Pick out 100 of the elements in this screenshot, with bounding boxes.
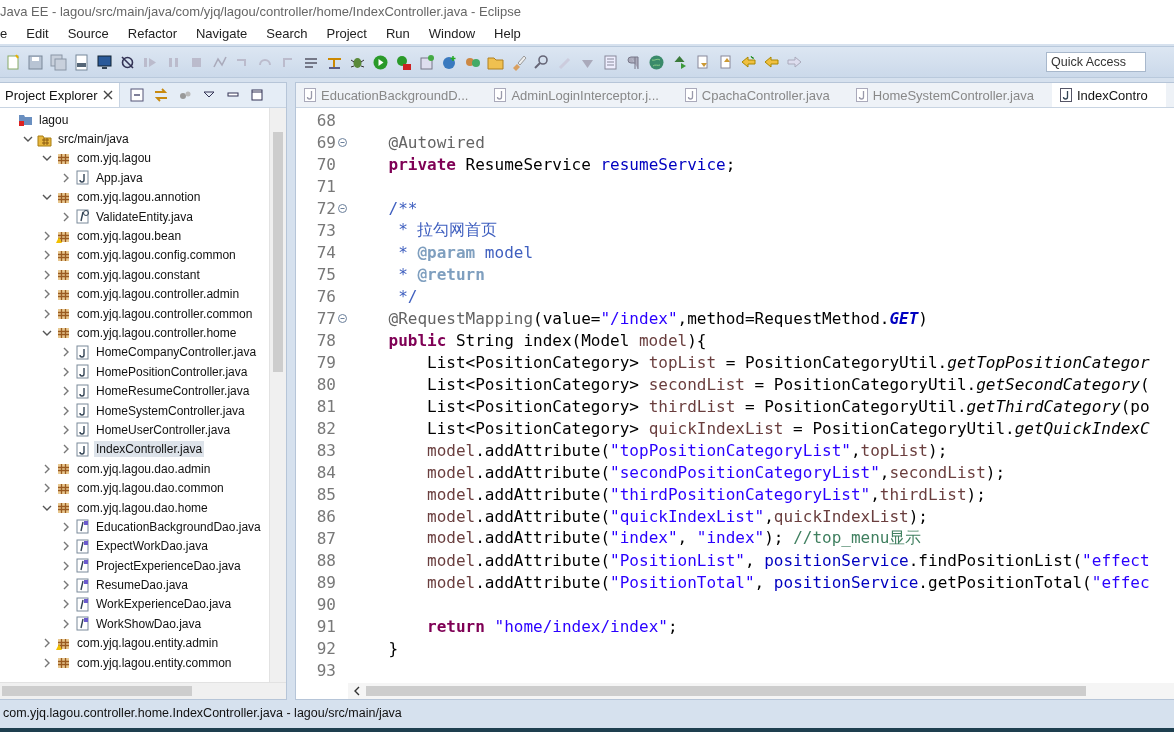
- show-whitespace-icon[interactable]: [625, 53, 642, 71]
- globe-icon[interactable]: [648, 53, 665, 71]
- annotation-file-icon: [75, 209, 90, 225]
- java-file-icon: [855, 88, 868, 102]
- tree-item[interactable]: WorkExperienceDao.java: [94, 596, 234, 613]
- tree-item[interactable]: HomeUserController.java: [94, 421, 233, 438]
- menu-item[interactable]: e: [0, 23, 18, 43]
- tree-item[interactable]: EducationBackgroundDao.java: [94, 518, 263, 535]
- tree-item[interactable]: HomePositionController.java: [94, 363, 250, 380]
- run-icon[interactable]: [372, 53, 389, 71]
- package-icon: [56, 306, 71, 322]
- java-file-icon: [75, 170, 90, 186]
- java-file-icon: [684, 88, 697, 102]
- code-line: * 拉勾网首页: [397, 219, 498, 241]
- tree-item[interactable]: ExpectWorkDao.java: [94, 538, 210, 555]
- line-number: 80: [315, 374, 336, 394]
- new-class-icon[interactable]: [441, 53, 458, 71]
- maximize-icon[interactable]: [250, 88, 265, 102]
- tree-item[interactable]: com.yjq.lagou.dao.admin: [75, 460, 213, 477]
- package-icon: [56, 267, 71, 283]
- java-file-icon: [494, 88, 507, 102]
- fold-icon[interactable]: [337, 313, 347, 323]
- java-file-icon: [75, 383, 90, 399]
- menu-item[interactable]: Project: [326, 23, 377, 43]
- menu-item[interactable]: Refactor: [127, 23, 187, 43]
- menu-item[interactable]: Window: [428, 23, 486, 43]
- tree-item[interactable]: ValidateEntity.java: [94, 208, 195, 225]
- tree-item[interactable]: lagou: [37, 111, 71, 128]
- interface-file-icon: [75, 596, 90, 612]
- collapse-all-icon[interactable]: [130, 88, 145, 102]
- tree-item[interactable]: com.yjq.lagou.dao.home: [75, 499, 210, 516]
- tree-item[interactable]: com.yjq.lagou.config.common: [75, 247, 238, 264]
- code-line: model.addAttribute("PositionList", positionService.findPositionList("effect: [426, 550, 1150, 570]
- tree-item[interactable]: HomeResumeController.java: [94, 383, 252, 400]
- skip-breakpoints-icon[interactable]: [119, 53, 136, 71]
- save-icon[interactable]: [27, 53, 44, 71]
- java-file-icon: [75, 403, 90, 419]
- tree-item[interactable]: com.yjq.lagou.entity.common: [75, 654, 234, 671]
- package-icon: [56, 325, 71, 341]
- menu-item[interactable]: Edit: [26, 23, 59, 43]
- line-number: 74: [315, 242, 336, 262]
- horizontal-scrollbar[interactable]: [0, 682, 286, 699]
- horizontal-scrollbar[interactable]: [348, 683, 1174, 699]
- tree-item[interactable]: com.yjq.lagou.dao.common: [75, 480, 226, 497]
- fold-icon[interactable]: [337, 137, 347, 147]
- tree-item[interactable]: com.yjq.lagou.annotion: [75, 189, 203, 206]
- vertical-scrollbar[interactable]: [269, 108, 286, 682]
- previous-annotation-icon[interactable]: [717, 53, 734, 71]
- menu-item[interactable]: Help: [494, 23, 531, 43]
- tree-item[interactable]: com.yjq.lagou.entity.admin: [75, 635, 221, 652]
- line-number: 70: [315, 154, 336, 174]
- line-number: 91: [315, 616, 336, 636]
- line-number: 85: [315, 484, 336, 504]
- monitor-icon[interactable]: [96, 53, 113, 71]
- line-number: 83: [315, 440, 336, 460]
- quick-access-field[interactable]: Quick Access: [1046, 52, 1146, 72]
- tree-item[interactable]: com.yjq.lagou.constant: [75, 266, 202, 283]
- tree-item[interactable]: com.yjq.lagou.controller.common: [75, 305, 255, 322]
- tree-item[interactable]: HomeSystemController.java: [94, 402, 247, 419]
- interface-file-icon: [75, 616, 90, 632]
- line-number: 84: [315, 462, 336, 482]
- menu-item[interactable]: Run: [385, 23, 420, 43]
- code-line: @RequestMapping(value="/index",method=RequestMethod.GET): [387, 308, 928, 328]
- code-line: model.addAttribute("topPositionCategoryList",topList);: [426, 440, 948, 460]
- project-explorer-tab[interactable]: Project Explorer: [0, 83, 121, 107]
- java-file-icon: [1059, 88, 1072, 102]
- menu-item[interactable]: Navigate: [196, 23, 258, 43]
- search-icon[interactable]: [533, 53, 550, 71]
- link-editor-icon[interactable]: [154, 88, 169, 102]
- tree-item[interactable]: HomeCompanyController.java: [94, 344, 259, 361]
- tree-item[interactable]: WorkShowDao.java: [94, 615, 204, 632]
- editor-tab[interactable]: IndexContro: [1051, 83, 1166, 107]
- tree-item[interactable]: ProjectExperienceDao.java: [94, 557, 243, 574]
- tree-item[interactable]: App.java: [94, 169, 145, 186]
- code-line: model.addAttribute("index", "index"); //top_menu显示: [426, 527, 922, 549]
- close-icon[interactable]: [103, 90, 114, 100]
- java-file-icon: [75, 441, 90, 457]
- code-line: }: [387, 638, 399, 658]
- menu-item[interactable]: Source: [67, 23, 119, 43]
- java-file-icon: [304, 88, 316, 102]
- window-title: Java EE - lagou/src/main/java/com/yjq/lagou/controller/home/IndexController.java - Eclipse: [0, 3, 521, 19]
- menu-item[interactable]: Search: [266, 23, 318, 43]
- tree-item[interactable]: src/main/java: [56, 131, 131, 148]
- fold-icon[interactable]: [337, 203, 347, 213]
- tree-item[interactable]: IndexController.java: [94, 441, 205, 458]
- tree-item[interactable]: com.yjq.lagou.controller.admin: [75, 286, 242, 303]
- code-line: /**: [387, 198, 418, 218]
- next-annotation-icon[interactable]: [694, 53, 711, 71]
- package-icon: [56, 461, 71, 477]
- tree-item[interactable]: com.yjq.lagou.controller.home: [75, 325, 239, 341]
- view-title: Project Explorer: [5, 87, 98, 103]
- tree-item[interactable]: ResumeDao.java: [94, 577, 191, 594]
- line-number: 90: [315, 594, 336, 614]
- back-icon[interactable]: [763, 53, 780, 71]
- line-number: 87: [315, 528, 336, 548]
- tree-item[interactable]: com.yjq.lagou: [75, 150, 154, 167]
- tree-item[interactable]: com.yjq.lagou.bean: [75, 228, 184, 245]
- line-number: 69: [315, 132, 336, 152]
- line-number: 82: [315, 418, 336, 438]
- code-line: public String index(Model model){: [387, 330, 707, 350]
